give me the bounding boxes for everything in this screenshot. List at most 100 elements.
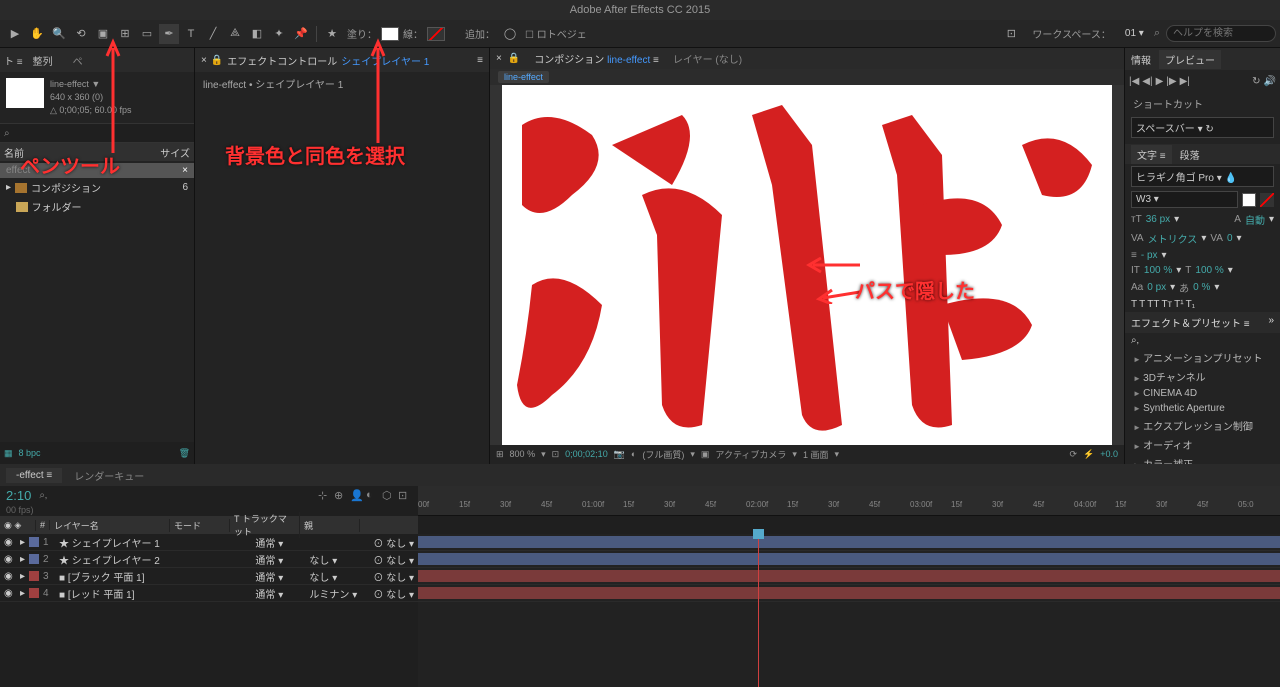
zoom-dropdown[interactable]: 800 % — [510, 449, 536, 459]
quality-dropdown[interactable]: (フル画質) — [642, 448, 684, 461]
allcaps-button[interactable]: TT — [1147, 299, 1159, 310]
comp-thumbnail[interactable] — [6, 78, 44, 108]
info-tab[interactable]: 情報 — [1131, 52, 1151, 67]
col-size-header[interactable]: サイズ — [160, 145, 190, 160]
italic-button[interactable]: T — [1139, 299, 1145, 310]
trash-icon[interactable]: 🗑 — [179, 448, 190, 459]
preset-category[interactable]: Synthetic Aperture — [1125, 401, 1280, 416]
views-dropdown[interactable]: 1 画面 — [803, 448, 829, 461]
character-tab[interactable]: 文字 ≡ — [1131, 145, 1172, 164]
bold-button[interactable]: T — [1131, 299, 1137, 310]
add-dropdown-icon[interactable]: ◯ — [500, 24, 520, 44]
brush-tool-icon[interactable]: ╱ — [203, 24, 223, 44]
track-area[interactable] — [418, 534, 1280, 687]
playhead[interactable] — [758, 534, 759, 687]
timeline-comp-tab[interactable]: -effect ≡ — [6, 468, 62, 483]
eraser-tool-icon[interactable]: ◧ — [247, 24, 267, 44]
preset-category[interactable]: エクスプレッション制御 — [1125, 416, 1280, 435]
stroke-color-swatch[interactable] — [427, 27, 445, 41]
preset-category[interactable]: 3Dチャンネル — [1125, 367, 1280, 386]
superscript-button[interactable]: T¹ — [1174, 299, 1183, 310]
shy-icon[interactable]: 👤 — [350, 489, 364, 503]
project-search[interactable]: ⌕ — [0, 123, 194, 143]
tsume-value[interactable]: 0 % — [1193, 282, 1210, 293]
time-display[interactable]: 0;00;02;10 — [565, 449, 608, 459]
stroke-width-value[interactable]: - px — [1141, 250, 1158, 261]
fast-preview-icon[interactable]: ⚡ — [1083, 449, 1094, 460]
first-frame-icon[interactable]: |◀ — [1129, 76, 1139, 87]
project-subtab[interactable]: ペ — [63, 51, 93, 70]
tree-row-selected[interactable]: effect× — [0, 163, 194, 178]
tl-icon[interactable]: ⊡ — [398, 489, 412, 503]
col-name-header[interactable]: 名前 — [4, 145, 160, 160]
arrange-tab[interactable]: 整列 — [23, 51, 63, 70]
preset-category[interactable]: CINEMA 4D — [1125, 386, 1280, 401]
tracking-value[interactable]: 0 — [1227, 233, 1233, 244]
help-search-input[interactable] — [1166, 25, 1276, 42]
tl-icon[interactable]: ⬡ — [382, 489, 396, 503]
font-weight-dropdown[interactable]: W3 ▾ — [1131, 191, 1238, 208]
bpc-button[interactable]: 8 bpc — [19, 448, 41, 458]
layer-row[interactable]: ◉▸4■ [レッド 平面 1]通常 ▾ルミナン ▾⊙ なし ▾ — [0, 585, 418, 602]
star-icon[interactable]: ★ — [322, 24, 342, 44]
preset-category[interactable]: アニメーションプリセット — [1125, 348, 1280, 367]
preset-search[interactable]: ⌕‚ — [1131, 335, 1139, 346]
preset-list[interactable]: アニメーションプリセット 3Dチャンネル CINEMA 4D Synthetic… — [1125, 348, 1280, 464]
layer-row[interactable]: ◉▸2★ シェイプレイヤー 2通常 ▾なし ▾⊙ なし ▾ — [0, 551, 418, 568]
project-tab-t[interactable]: ト ≡ — [4, 53, 23, 68]
selection-tool-icon[interactable]: ▶ — [5, 24, 25, 44]
channel-icon[interactable]: ◐ — [631, 449, 636, 459]
grid-icon[interactable]: ⊞ — [496, 449, 504, 460]
bin-icon[interactable]: ▦ — [4, 448, 13, 459]
play-icon[interactable]: ▶ — [1156, 76, 1164, 87]
tl-icon[interactable]: ⊕ — [334, 489, 348, 503]
exposure-value[interactable]: +0.0 — [1100, 449, 1118, 459]
lock-icon[interactable]: 🔒 — [508, 53, 520, 64]
roto-tool-icon[interactable]: ✦ — [269, 24, 289, 44]
rotobezier-checkbox[interactable]: ☐ ロトベジェ — [525, 26, 587, 41]
effects-presets-header[interactable]: エフェクト＆プリセット ≡ » — [1125, 312, 1280, 333]
panel-close-icon[interactable]: × — [201, 55, 207, 66]
preset-category[interactable]: オーディオ — [1125, 435, 1280, 454]
mode-header[interactable]: モード — [170, 519, 230, 532]
layer-row[interactable]: ◉▸1★ シェイプレイヤー 1通常 ▾⊙ なし ▾ — [0, 534, 418, 551]
mute-icon[interactable]: 🔊 — [1264, 76, 1276, 87]
rect-tool-icon[interactable]: ▭ — [137, 24, 157, 44]
res-icon[interactable]: ⊡ — [552, 449, 560, 460]
baseline-shift-value[interactable]: 0 px — [1147, 282, 1166, 293]
time-ruler[interactable]: 00f15f30f45f01:00f15f30f45f02:00f15f30f4… — [418, 486, 1280, 516]
smallcaps-button[interactable]: Tт — [1161, 299, 1172, 310]
shortcut-dropdown[interactable]: スペースバー ▾ ↻ — [1131, 117, 1274, 138]
composition-tab[interactable]: コンポジション line-effect ≡ — [526, 49, 667, 68]
workspace-dropdown[interactable]: 01 ▾ — [1125, 28, 1144, 39]
parent-header[interactable]: 親 — [300, 519, 360, 532]
layer-tab[interactable]: レイヤー (なし) — [673, 51, 742, 66]
layer-list[interactable]: ◉▸1★ シェイプレイヤー 1通常 ▾⊙ なし ▾◉▸2★ シェイプレイヤー 2… — [0, 534, 418, 687]
rotate-tool-icon[interactable]: ⟲ — [71, 24, 91, 44]
fill-swatch[interactable] — [1242, 193, 1256, 207]
font-family-dropdown[interactable]: ヒラギノ角ゴ Pro ▾ 💧 — [1131, 166, 1274, 187]
snap-icon[interactable]: ⊡ — [1001, 24, 1021, 44]
tl-icon[interactable]: ◐ — [366, 489, 380, 503]
render-queue-tab[interactable]: レンダーキュー — [64, 466, 154, 485]
exposure-icon[interactable]: ⟳ — [1069, 449, 1077, 460]
tree-row[interactable]: フォルダー — [0, 197, 194, 216]
subscript-button[interactable]: T₁ — [1186, 299, 1195, 310]
project-tree[interactable]: effect× ▸ コンポジション6 フォルダー — [0, 161, 194, 442]
clone-tool-icon[interactable]: ⟁ — [225, 24, 245, 44]
stroke-swatch[interactable] — [1260, 193, 1274, 207]
layer-row[interactable]: ◉▸3■ [ブラック 平面 1]通常 ▾なし ▾⊙ なし ▾ — [0, 568, 418, 585]
lock-icon[interactable]: 🔒 — [211, 55, 223, 66]
vscale-value[interactable]: 100 % — [1144, 265, 1172, 276]
paragraph-tab[interactable]: 段落 — [1180, 147, 1200, 162]
tree-row[interactable]: ▸ コンポジション6 — [0, 178, 194, 197]
preset-category[interactable]: カラー補正 — [1125, 454, 1280, 464]
layer-name-header[interactable]: レイヤー名 — [50, 519, 170, 532]
last-frame-icon[interactable]: ▶| — [1180, 76, 1190, 87]
snapshot-icon[interactable]: 📷 — [614, 449, 625, 460]
tl-icon[interactable]: ⊹ — [318, 489, 332, 503]
hscale-value[interactable]: 100 % — [1195, 265, 1223, 276]
preview-tab[interactable]: プレビュー — [1159, 50, 1221, 69]
prev-frame-icon[interactable]: ◀| — [1142, 76, 1152, 87]
view-icon[interactable]: ▣ — [701, 449, 710, 460]
